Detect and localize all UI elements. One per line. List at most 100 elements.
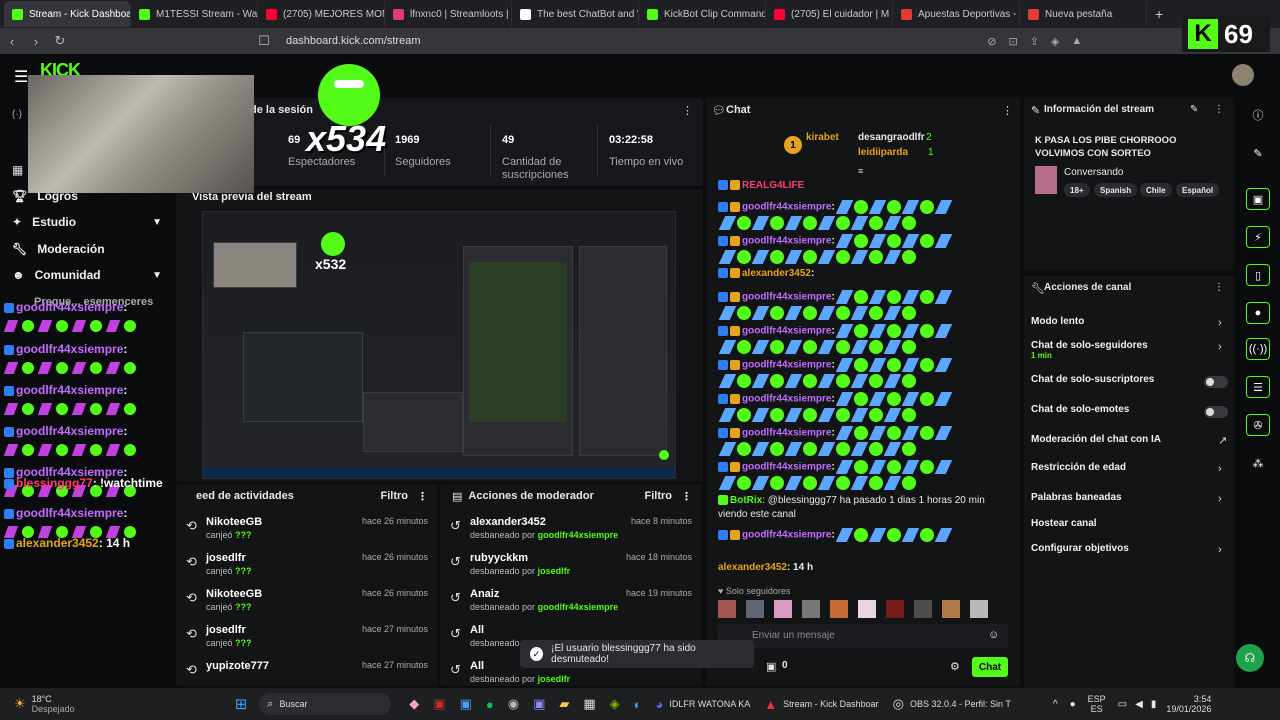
top-gifter-user[interactable]: kirabet xyxy=(806,132,839,143)
chevron-right-icon[interactable]: › xyxy=(1218,463,1222,475)
chevron-right-icon[interactable]: › xyxy=(1218,493,1222,505)
discord-icon[interactable]: ◕ xyxy=(656,697,664,712)
emoji-icon[interactable]: ☺ xyxy=(988,629,999,641)
spotify-icon[interactable]: ● xyxy=(486,697,494,712)
info-icon[interactable]: ⓘ xyxy=(1246,104,1270,126)
sidebar-collapse-icon[interactable]: (·) xyxy=(12,109,22,120)
user-avatar[interactable] xyxy=(1232,64,1254,86)
settings-icon[interactable]: ⚙ xyxy=(950,660,960,673)
share-icon[interactable]: ⇪ xyxy=(1030,35,1039,48)
brave-icon[interactable]: ▲ xyxy=(764,697,777,712)
chat-send-button[interactable]: Chat xyxy=(972,657,1008,677)
nvidia-icon[interactable]: ◈ xyxy=(610,696,620,712)
gifter-user-2[interactable]: desangraodlfr xyxy=(858,132,925,143)
support-headset-icon[interactable]: ☊ xyxy=(1236,644,1264,672)
language-indicator[interactable]: ESP ES xyxy=(1088,694,1106,714)
teams-icon[interactable]: ▣ xyxy=(533,696,545,712)
taskbar-search[interactable]: ⌕ Buscar xyxy=(259,693,392,715)
channel-action-row[interactable]: Chat de solo-emotes xyxy=(1031,404,1129,415)
more-options-icon[interactable]: ⋮ xyxy=(682,104,693,117)
channel-action-row[interactable]: Modo lento xyxy=(1031,316,1084,327)
list-item[interactable]: ⟲ yupizote777 hace 27 minutos xyxy=(176,656,438,692)
gifter-user-3[interactable]: leidiiparda xyxy=(858,147,908,158)
taskbar-app-3[interactable]: OBS 32.0.4 - Perfil: Sin T xyxy=(910,699,1011,709)
bolt-icon[interactable]: ⚡︎ xyxy=(1246,226,1270,248)
channel-action-row[interactable]: Restricción de edad xyxy=(1031,462,1126,473)
browser-tab[interactable]: Stream - Kick Dashboa✕ xyxy=(4,1,131,27)
volume-icon[interactable]: ◀ xyxy=(1135,699,1143,710)
taskbar-app-2[interactable]: Stream - Kick Dashboar xyxy=(783,699,879,709)
list-item[interactable]: ↺ Anaiz desbaneado por goodlfr44xsiempre ha… xyxy=(440,584,702,620)
list-item[interactable]: ↺ alexander3452 desbaneado por goodlfr44xs… xyxy=(440,512,702,548)
channel-action-row[interactable]: Hostear canal xyxy=(1031,518,1097,529)
edge-icon[interactable]: ◐ xyxy=(634,697,642,712)
browser-tab[interactable]: lfnxnc0 | Streamloots | Inte xyxy=(385,1,512,27)
more-options-icon[interactable]: ⋮ xyxy=(681,490,692,503)
translate-icon[interactable]: ⊡ xyxy=(1008,35,1017,48)
copilot-icon[interactable]: ◆ xyxy=(409,696,419,712)
broadcast-icon[interactable]: ((·)) xyxy=(1246,338,1270,360)
stream-preview-video[interactable]: x532 xyxy=(202,211,676,479)
more-options-icon[interactable]: ⋮ xyxy=(1214,104,1224,115)
bookmark-icon[interactable]: ☐ xyxy=(252,33,276,49)
cast-icon[interactable]: ⊘ xyxy=(987,35,996,48)
channel-action-row[interactable]: Moderación del chat con IA xyxy=(1031,434,1161,445)
network-icon[interactable]: ▭ xyxy=(1118,699,1127,710)
chevron-right-icon[interactable]: › xyxy=(1218,317,1222,329)
explorer-icon[interactable]: ▰ xyxy=(559,696,569,712)
more-options-icon[interactable]: ⋮ xyxy=(1214,282,1224,293)
browser-tab[interactable]: Nueva pestaña xyxy=(1020,1,1147,27)
more-options-icon[interactable]: ⋮ xyxy=(417,490,428,503)
clock[interactable]: 3:54 19/01/2026 xyxy=(1166,694,1211,714)
forward-icon[interactable]: › xyxy=(24,34,48,49)
calculator-icon[interactable]: ▦ xyxy=(583,696,595,712)
edit-stream-icon[interactable]: ✎ xyxy=(1190,104,1198,115)
url-field[interactable]: dashboard.kick.com/stream xyxy=(286,35,421,47)
app-icon[interactable]: ▣ xyxy=(433,696,445,712)
weather-widget[interactable]: 18°C Despejado xyxy=(32,694,75,714)
chat-bubble-icon[interactable]: ● xyxy=(1246,302,1270,324)
list-item[interactable]: ⟲ josedlfr canjeó ??? hace 27 minutos xyxy=(176,620,438,656)
taskbar-app-1[interactable]: IDLFR WATONA KA xyxy=(669,699,750,709)
browser-tab[interactable]: (2705) El cuidador | M xyxy=(766,1,893,27)
browser-tab[interactable]: The best ChatBot and Wid xyxy=(512,1,639,27)
channel-action-row[interactable]: Palabras baneadas xyxy=(1031,492,1122,503)
activity-filter-button[interactable]: Filtro xyxy=(381,490,409,502)
mod-filter-button[interactable]: Filtro xyxy=(645,490,673,502)
tray-chevron-icon[interactable]: ^ xyxy=(1053,699,1058,710)
list-item[interactable]: ↺ rubyyckkm desbaneado por josedlfr hace 18… xyxy=(440,548,702,584)
wrench-icon[interactable]: ✇ xyxy=(1246,414,1270,436)
obs-icon[interactable]: ◎ xyxy=(893,696,904,712)
extension-icon[interactable]: ◈ xyxy=(1051,35,1059,48)
battery-icon[interactable]: ▮ xyxy=(1151,699,1157,710)
pinned-chevron-icon[interactable]: ≡ xyxy=(858,166,863,176)
external-link-icon[interactable]: ↗ xyxy=(1218,434,1227,447)
document-icon[interactable]: ▯ xyxy=(1246,264,1270,286)
chevron-right-icon[interactable]: › xyxy=(1218,341,1222,353)
analytics-icon[interactable]: ▦ xyxy=(12,163,23,177)
chat-message-input[interactable]: Enviar un mensaje xyxy=(718,624,1008,648)
sidebar-item-moderacion[interactable]: 🔧︎ Moderación xyxy=(12,242,162,256)
chevron-right-icon[interactable]: › xyxy=(1218,544,1222,556)
pencil-icon[interactable]: ✎ xyxy=(1246,142,1270,164)
points-icon[interactable]: ▣ xyxy=(766,660,776,673)
list-icon[interactable]: ☰ xyxy=(1246,376,1270,398)
profile-extension-icon[interactable]: ▲ xyxy=(1071,35,1082,48)
browser-tab[interactable]: KickBot Clip Command xyxy=(639,1,766,27)
browser-tab[interactable]: Apuestas Deportivas - Apu xyxy=(893,1,1020,27)
back-icon[interactable]: ‹ xyxy=(0,34,24,49)
store-icon[interactable]: ▣ xyxy=(460,696,472,712)
windows-start-icon[interactable]: ⊞ xyxy=(235,695,248,713)
list-item[interactable]: ⟲ josedlfr canjeó ??? hace 26 minutos xyxy=(176,548,438,584)
community-icon[interactable]: ⁂ xyxy=(1246,452,1270,474)
preview-toggle-icon[interactable]: ▣ xyxy=(1246,188,1270,210)
browser-tab[interactable]: (2705) MEJORES MOMENT xyxy=(258,1,385,27)
browser-tab[interactable]: M1TESSI Stream - Wat xyxy=(131,1,258,27)
steam-icon[interactable]: ◉ xyxy=(508,696,519,712)
toggle-switch[interactable] xyxy=(1204,406,1228,418)
channel-action-row[interactable]: Chat de solo-seguidores 1 min xyxy=(1031,340,1148,360)
new-tab-button[interactable]: + xyxy=(1155,6,1163,22)
list-item[interactable]: ⟲ NikoteeGB canjeó ??? hace 26 minutos xyxy=(176,512,438,548)
sidebar-item-comunidad[interactable]: ☻ Comunidad ▼ xyxy=(12,268,162,282)
sidebar-item-estudio[interactable]: ✦ Estudio ▼ xyxy=(12,215,162,229)
